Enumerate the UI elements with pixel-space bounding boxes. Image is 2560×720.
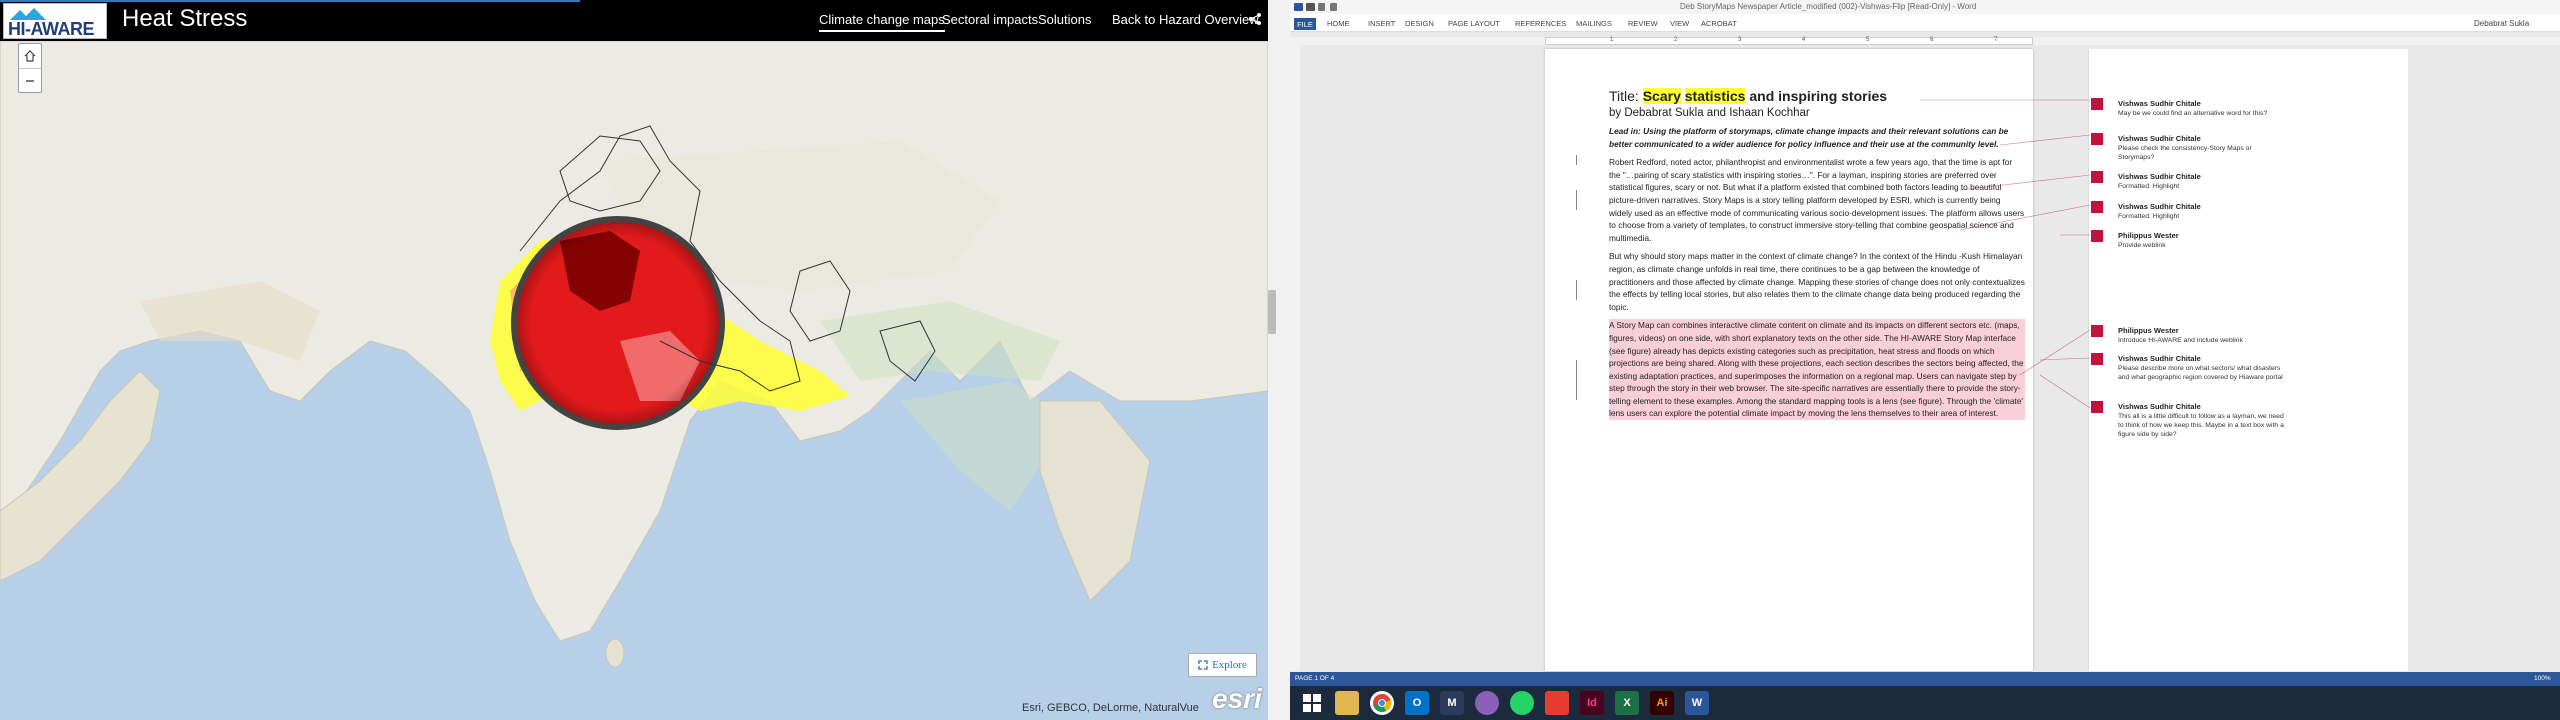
ruler-number: 4 [1802, 37, 1806, 43]
ruler-number: 5 [1866, 37, 1870, 43]
save-icon[interactable] [1306, 3, 1315, 11]
storymap-app: HI-AWARE Heat Stress Climate change maps… [0, 0, 1268, 720]
illustrator-icon[interactable]: Ai [1650, 691, 1674, 715]
explorer-icon[interactable] [1335, 691, 1359, 715]
title-rest: and inspiring stories [1745, 88, 1888, 104]
excel-icon[interactable]: X [1615, 691, 1639, 715]
zoom-level[interactable]: 100% [2534, 675, 2551, 682]
quick-access-toolbar: Deb StoryMaps Newspaper Article_modified… [1290, 0, 2560, 14]
comment-text: Provide weblink [2118, 242, 2166, 249]
change-bar [1576, 155, 1577, 165]
storymap-header: HI-AWARE Heat Stress Climate change maps… [0, 0, 1268, 41]
ruler-number: 2 [1674, 37, 1678, 43]
esri-logo[interactable]: esri [1212, 683, 1262, 715]
comment-text: Formatted: Highlight [2118, 183, 2180, 190]
start-icon[interactable] [1300, 691, 1324, 715]
map-attribution: Esri, GEBCO, DeLorme, NaturalVue [1022, 702, 1199, 714]
comment-author: Philippus Wester [2118, 326, 2179, 335]
comment-text: Please check the consistency-Story Maps … [2118, 145, 2252, 161]
back-to-hazard-overview-link[interactable]: Back to Hazard Overview [1112, 12, 1259, 27]
map-canvas[interactable] [0, 41, 1268, 720]
tab-review[interactable]: REVIEW [1628, 19, 1658, 28]
hi-aware-logo[interactable]: HI-AWARE [3, 3, 107, 39]
home-button[interactable] [19, 44, 41, 68]
comment-author: Vishwas Sudhir Chitale [2118, 99, 2201, 108]
tab-view[interactable]: VIEW [1670, 19, 1689, 28]
explore-button[interactable]: Explore [1188, 653, 1257, 677]
outlook-icon[interactable]: O [1405, 691, 1429, 715]
progress-bar [0, 0, 580, 2]
chrome-icon[interactable] [1370, 691, 1394, 715]
title-prefix: Title: [1609, 88, 1643, 104]
page-count[interactable]: PAGE 1 OF 4 [1295, 675, 1334, 682]
minus-icon [26, 79, 34, 82]
ruler-number: 6 [1930, 37, 1934, 43]
whatsapp-icon[interactable] [1510, 691, 1534, 715]
word-icon[interactable]: W [1685, 691, 1709, 715]
ruler-number: 3 [1738, 37, 1742, 43]
comment-text: May be we could find an alternative word… [2118, 110, 2268, 117]
explore-label: Explore [1212, 659, 1247, 671]
expand-icon [1198, 660, 1208, 670]
comment-text: Introduce HI-AWARE and include weblink [2118, 337, 2243, 344]
comment-author: Vishwas Sudhir Chitale [2118, 354, 2201, 363]
window-divider [1268, 0, 1290, 720]
comment-author: Vishwas Sudhir Chitale [2118, 202, 2201, 211]
arcgis-icon[interactable]: M [1440, 691, 1464, 715]
tab-home[interactable]: HOME [1327, 19, 1350, 28]
windows-taskbar: O M Id X Ai W [1290, 686, 2560, 720]
tab-references[interactable]: REFERENCES [1515, 19, 1566, 28]
title-highlight-statistics: statistics [1684, 88, 1746, 104]
anydesk-icon[interactable] [1545, 691, 1569, 715]
redo-icon[interactable] [1330, 3, 1337, 11]
ruler-active-area[interactable] [1545, 37, 2033, 45]
title-highlight-scary: Scary [1642, 88, 1681, 104]
comment-author: Philippus Wester [2118, 231, 2179, 240]
file-tab[interactable]: FILE [1294, 18, 1316, 30]
tab-sectoral-impacts[interactable]: Sectoral impacts [942, 12, 1038, 27]
comment-connectors [1920, 99, 2091, 409]
share-icon[interactable] [1248, 12, 1262, 26]
picasa-icon[interactable] [1475, 691, 1499, 715]
comment-author: Vishwas Sudhir Chitale [2118, 402, 2201, 411]
map-scrollbar[interactable] [1268, 290, 1276, 334]
tab-insert[interactable]: INSERT [1368, 19, 1395, 28]
undo-icon[interactable] [1318, 3, 1325, 11]
ruler-number: 7 [1994, 37, 1998, 43]
tab-page-layout[interactable]: PAGE LAYOUT [1448, 19, 1500, 28]
ruler-number: 1 [1610, 37, 1614, 43]
tab-acrobat[interactable]: ACROBAT [1701, 19, 1737, 28]
vertical-ruler [1290, 45, 1300, 671]
land-srilanka [605, 638, 625, 668]
change-bar [1576, 360, 1577, 400]
status-bar: PAGE 1 OF 4 100% [1290, 672, 2560, 686]
word-app-icon[interactable] [1294, 3, 1303, 11]
logo-text: HI-AWARE [8, 19, 95, 39]
indesign-icon[interactable]: Id [1580, 691, 1604, 715]
change-bar [1576, 190, 1577, 210]
tab-climate-change-maps[interactable]: Climate change maps [819, 12, 945, 32]
zoom-control [18, 43, 42, 93]
tab-solutions[interactable]: Solutions [1038, 12, 1091, 27]
comment-text: Please describe more on what sectors/ wh… [2118, 365, 2283, 381]
home-icon [24, 50, 36, 62]
ribbon-tabs: FILE HOME INSERT DESIGN PAGE LAYOUT REFE… [1290, 14, 2560, 32]
change-bar [1576, 280, 1577, 300]
tab-mailings[interactable]: MAILINGS [1576, 19, 1612, 28]
lens-shade [516, 221, 720, 425]
page-title: Heat Stress [122, 5, 248, 32]
comment-author: Vishwas Sudhir Chitale [2118, 134, 2201, 143]
signed-in-user[interactable]: Debabrat Sukla [2474, 19, 2529, 28]
window-title: Deb StoryMaps Newspaper Article_modified… [1680, 2, 1977, 11]
tab-design[interactable]: DESIGN [1405, 19, 1434, 28]
zoom-out-button[interactable] [19, 68, 41, 92]
comment-author: Vishwas Sudhir Chitale [2118, 172, 2201, 181]
comment-text: This all is a little difficult to follow… [2118, 413, 2284, 438]
comment-text: Formatted: Highlight [2118, 213, 2180, 220]
